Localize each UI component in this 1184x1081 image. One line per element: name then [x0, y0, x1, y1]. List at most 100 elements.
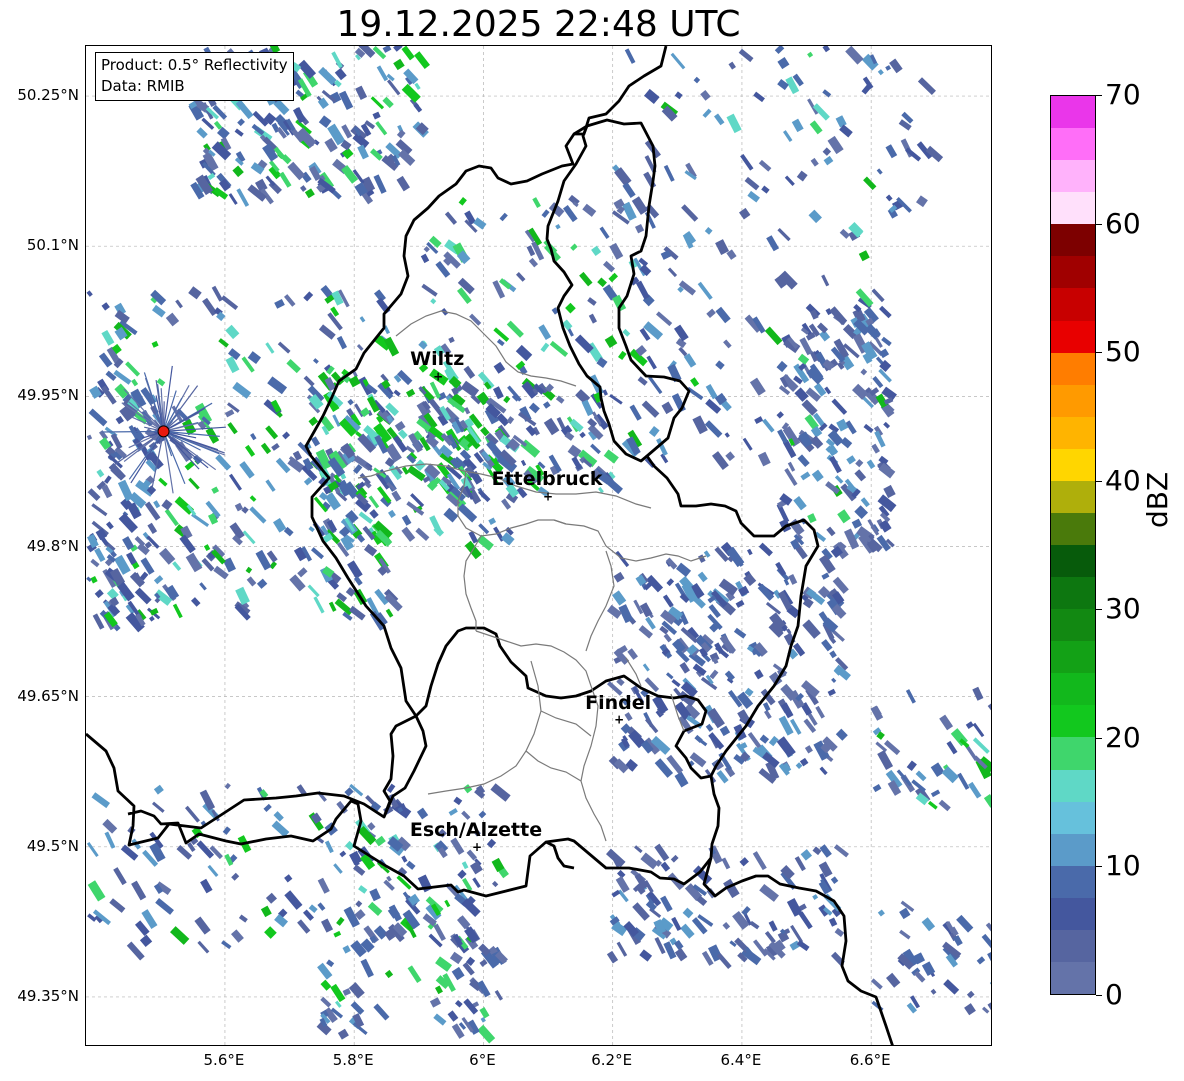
- echo-cell: [172, 561, 182, 571]
- echo-cell: [444, 211, 458, 225]
- canton-boundary: [540, 710, 592, 737]
- echo-cell: [666, 578, 675, 587]
- echo-cell: [613, 571, 625, 583]
- colorbar-segment: [1051, 480, 1095, 513]
- echo-cell: [265, 342, 275, 354]
- echo-cell: [639, 264, 652, 277]
- echo-cell: [430, 298, 437, 305]
- echo-cell: [833, 844, 849, 858]
- echo-cell: [115, 415, 125, 425]
- echo-cell: [776, 411, 784, 419]
- echo-cell: [232, 165, 244, 178]
- echo-cell: [496, 338, 505, 347]
- echo-cell: [823, 155, 834, 166]
- city-marker: +: [472, 840, 482, 854]
- echo-cell: [956, 914, 974, 933]
- echo-cell: [754, 416, 764, 425]
- colorbar-segment: [1051, 833, 1095, 866]
- echo-cell: [242, 530, 256, 545]
- echo-cell: [454, 999, 463, 1008]
- colorbar-tick-label: 10: [1105, 849, 1141, 883]
- echo-cell: [671, 916, 682, 932]
- echo-cell: [356, 344, 364, 351]
- echo-cell: [927, 800, 938, 810]
- echo-cell: [915, 770, 927, 782]
- echo-cell: [469, 313, 482, 326]
- echo-cell: [86, 434, 93, 441]
- echo-spike: [163, 430, 209, 469]
- echo-cell: [201, 117, 215, 130]
- echo-cell: [134, 587, 152, 605]
- colorbar-segment: [1051, 95, 1095, 129]
- echo-cell: [236, 188, 250, 207]
- echo-cell: [885, 144, 898, 159]
- echo-cell: [525, 424, 537, 437]
- echo-cell: [938, 799, 951, 812]
- echo-cell: [603, 260, 616, 273]
- colorbar-segment: [1051, 801, 1095, 834]
- echo-cell: [758, 542, 773, 557]
- echo-cell: [488, 517, 497, 525]
- echo-cell: [333, 863, 343, 874]
- radar-map[interactable]: + + + +: [85, 45, 992, 1046]
- echo-cell: [479, 959, 488, 967]
- colorbar-tick-label: 20: [1105, 720, 1141, 754]
- echo-cell: [834, 475, 844, 484]
- echo-cell: [827, 688, 836, 697]
- echo-cell: [246, 576, 257, 587]
- echo-cell: [473, 217, 487, 230]
- echo-cell: [478, 810, 487, 819]
- echo-cell: [609, 242, 624, 260]
- colorbar-segment: [1051, 384, 1095, 417]
- echo-cell: [102, 818, 118, 834]
- echo-cell: [725, 451, 735, 462]
- echo-cell: [821, 639, 833, 652]
- echo-cell: [194, 916, 211, 935]
- echo-cell: [886, 972, 901, 988]
- echo-cell: [101, 329, 115, 346]
- echo-cell: [646, 355, 657, 370]
- echo-cell: [870, 978, 883, 990]
- echo-cell: [148, 615, 155, 622]
- echo-cell: [631, 196, 649, 215]
- echo-cell: [357, 144, 369, 160]
- echo-cell: [435, 956, 453, 972]
- echo-cell: [271, 820, 290, 838]
- echo-cell: [158, 477, 168, 487]
- colorbar-segment: [1051, 255, 1095, 289]
- echo-cell: [375, 121, 388, 136]
- radar-site-marker[interactable]: [157, 425, 170, 438]
- echo-cell: [964, 1003, 976, 1016]
- echo-cell: [172, 603, 183, 619]
- echo-cell: [802, 619, 821, 639]
- echo-cell: [540, 342, 550, 353]
- echo-cell: [202, 297, 218, 317]
- city-marker: +: [433, 369, 443, 383]
- colorbar-tick-label: 60: [1105, 206, 1141, 240]
- echo-cell: [332, 414, 341, 427]
- echo-cell: [612, 590, 627, 606]
- echo-cell: [393, 46, 403, 52]
- echo-cell: [245, 566, 253, 574]
- colorbar-tick: [1096, 223, 1102, 225]
- echo-cell: [353, 576, 363, 586]
- echo-cell: [939, 714, 954, 731]
- echo-cell: [726, 113, 742, 134]
- echo-cell: [807, 513, 817, 524]
- echo-cell: [741, 906, 751, 916]
- echo-cell: [930, 762, 945, 778]
- echo-cell: [491, 880, 499, 888]
- echo-cell: [670, 52, 686, 70]
- lat-tick-label: 49.5°N: [26, 836, 79, 855]
- echo-cell: [448, 336, 455, 344]
- echo-cell: [265, 479, 276, 492]
- canton-boundary: [525, 750, 582, 782]
- echo-cell: [641, 400, 660, 418]
- echo-cell: [778, 715, 794, 736]
- echo-cell: [200, 878, 213, 894]
- echo-cell: [866, 459, 876, 469]
- echo-cell: [153, 575, 164, 585]
- echo-cell: [271, 442, 280, 451]
- echo-cell: [667, 267, 678, 278]
- echo-cell: [275, 457, 291, 474]
